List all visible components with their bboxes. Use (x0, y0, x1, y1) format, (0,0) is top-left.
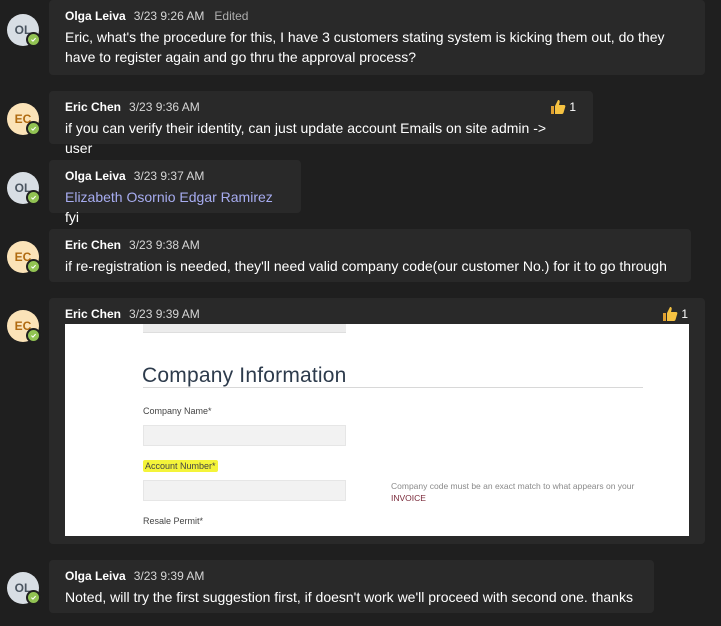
message-timestamp: 3/23 9:39 AM (129, 307, 200, 321)
reaction-count: 1 (681, 307, 688, 321)
message-timestamp: 3/23 9:37 AM (133, 169, 205, 183)
message-bubble[interactable]: Olga Leiva 3/23 9:39 AM Noted, will try … (49, 560, 654, 613)
company-code-hint: Company code must be an exact match to w… (391, 481, 635, 503)
message-bubble[interactable]: Olga Leiva 3/23 9:26 AM Edited Eric, wha… (49, 0, 705, 75)
author-name[interactable]: Olga Leiva (65, 169, 126, 183)
message-text: if re-registration is needed, they'll ne… (65, 258, 667, 274)
message-bubble[interactable]: Eric Chen 3/23 9:38 AM if re-registratio… (49, 229, 691, 282)
message-line: Eric, what's the procedure for this, I h… (65, 29, 665, 45)
presence-available-icon (26, 328, 41, 343)
message-text: Eric, what's the procedure for this, I h… (65, 27, 689, 67)
message-text-tail: fyi (65, 209, 79, 225)
attached-screenshot[interactable]: Company Information Company Name* Accoun… (65, 324, 689, 536)
author-name[interactable]: Eric Chen (65, 307, 121, 321)
message-timestamp: 3/23 9:39 AM (133, 569, 205, 583)
company-information-heading: Company Information (142, 364, 347, 387)
form-field-top (143, 324, 346, 333)
presence-available-icon (26, 32, 41, 47)
divider (143, 387, 643, 388)
author-name[interactable]: Olga Leiva (65, 569, 126, 583)
avatar[interactable]: OL (7, 172, 41, 205)
resale-permit-label: Resale Permit* (143, 516, 204, 526)
author-name[interactable]: Eric Chen (65, 238, 121, 252)
avatar[interactable]: OL (7, 14, 41, 47)
account-number-label: Account Number* (143, 460, 218, 472)
company-name-label: Company Name* (143, 406, 212, 416)
mention[interactable]: Edgar Ramirez (179, 189, 272, 205)
mention[interactable]: Elizabeth Osornio (65, 189, 176, 205)
avatar[interactable]: EC (7, 241, 41, 274)
message-bubble[interactable]: Olga Leiva 3/23 9:37 AM Elizabeth Osorni… (49, 160, 301, 225)
thumbs-up-icon (663, 307, 678, 321)
presence-available-icon (26, 590, 41, 605)
message-text: if you can verify their identity, can ju… (65, 120, 547, 156)
message-timestamp: 3/23 9:36 AM (129, 100, 200, 114)
thumbs-up-icon (551, 100, 566, 114)
avatar[interactable]: EC (7, 310, 41, 343)
company-name-field (143, 425, 346, 446)
author-name[interactable]: Olga Leiva (65, 9, 126, 23)
like-reaction[interactable]: 1 (662, 306, 688, 322)
presence-available-icon (26, 190, 41, 205)
like-reaction[interactable]: 1 (550, 99, 576, 115)
presence-available-icon (26, 259, 41, 274)
message-bubble[interactable]: Eric Chen 3/23 9:36 AM if you can verify… (49, 91, 593, 156)
account-number-field (143, 480, 346, 501)
edited-label: Edited (214, 9, 249, 23)
message-timestamp: 3/23 9:26 AM (133, 9, 205, 23)
message-timestamp: 3/23 9:38 AM (129, 238, 200, 252)
message-text: Noted, will try the first suggestion fir… (65, 589, 633, 605)
author-name[interactable]: Eric Chen (65, 100, 121, 114)
reaction-count: 1 (569, 100, 576, 114)
avatar[interactable]: OL (7, 572, 41, 605)
message-text: Elizabeth Osornio Edgar Ramirez fyi (65, 187, 285, 227)
avatar[interactable]: EC (7, 103, 41, 136)
message-line: have to register again and go thru the a… (65, 49, 417, 65)
presence-available-icon (26, 121, 41, 136)
